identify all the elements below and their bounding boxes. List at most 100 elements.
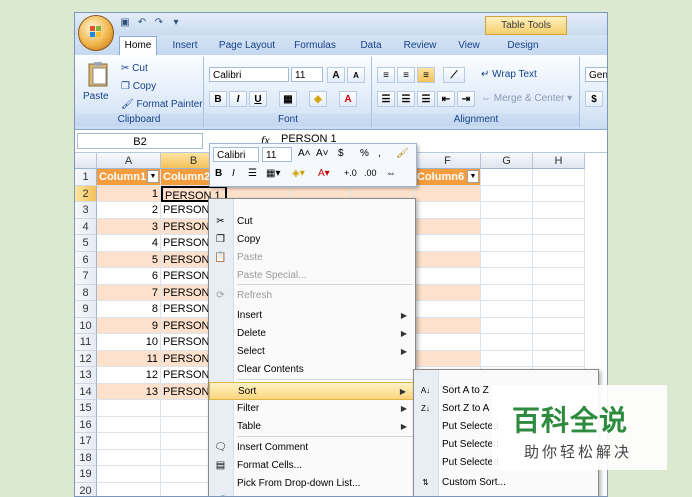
row-header[interactable]: 18 bbox=[75, 450, 97, 467]
name-box[interactable]: B2 bbox=[77, 133, 203, 149]
font-name-box[interactable]: Calibri bbox=[209, 67, 289, 82]
tab-view[interactable]: View bbox=[451, 37, 487, 55]
mini-decrease-decimal-icon[interactable]: .00 bbox=[364, 168, 377, 178]
menu-item-delete[interactable]: Delete▶ bbox=[209, 325, 415, 343]
qat-dropdown-icon[interactable]: ▾ bbox=[170, 17, 182, 29]
menu-item-sort[interactable]: Sort▶ bbox=[209, 382, 415, 400]
align-center-button[interactable]: ☰ bbox=[397, 91, 415, 107]
cell[interactable] bbox=[97, 466, 161, 483]
cell[interactable] bbox=[97, 417, 161, 434]
cell[interactable]: 3 bbox=[97, 219, 161, 236]
bold-button[interactable]: B bbox=[209, 91, 227, 107]
orientation-button[interactable]: ⟋ bbox=[443, 67, 465, 83]
mini-bold-icon[interactable]: B bbox=[215, 168, 222, 179]
cell[interactable] bbox=[481, 169, 533, 186]
wrap-text-button[interactable]: ↵ Wrap Text bbox=[481, 69, 537, 80]
mini-fill-color-icon[interactable]: ◈▾ bbox=[292, 168, 305, 179]
menu-item-cut[interactable]: ✂Cut bbox=[209, 213, 415, 231]
row-header[interactable]: 5 bbox=[75, 235, 97, 252]
cell[interactable] bbox=[533, 334, 585, 351]
row-header[interactable]: 16 bbox=[75, 417, 97, 434]
row-header[interactable]: 12 bbox=[75, 351, 97, 368]
cell[interactable]: 8 bbox=[97, 301, 161, 318]
align-left-button[interactable]: ☰ bbox=[377, 91, 395, 107]
select-all-corner[interactable] bbox=[75, 153, 97, 169]
row-header[interactable]: 11 bbox=[75, 334, 97, 351]
mini-font-color-icon[interactable]: A▾ bbox=[318, 168, 330, 179]
menu-item-format-cells[interactable]: ▤Format Cells... bbox=[209, 457, 415, 475]
cell[interactable] bbox=[97, 433, 161, 450]
font-color-button[interactable]: A bbox=[339, 91, 357, 107]
mini-font-box[interactable]: Calibri bbox=[213, 147, 259, 162]
cell[interactable] bbox=[533, 318, 585, 335]
cell[interactable] bbox=[533, 268, 585, 285]
align-top-button[interactable]: ≡ bbox=[377, 67, 395, 83]
row-header[interactable]: 7 bbox=[75, 268, 97, 285]
cell[interactable]: 10 bbox=[97, 334, 161, 351]
cell[interactable] bbox=[533, 285, 585, 302]
cell[interactable]: 11 bbox=[97, 351, 161, 368]
format-painter-button[interactable]: 🖌 Format Painter bbox=[121, 99, 203, 110]
row-header[interactable]: 1 bbox=[75, 169, 97, 186]
copy-button[interactable]: ❐ Copy bbox=[121, 81, 156, 92]
save-icon[interactable]: ▣ bbox=[119, 17, 131, 29]
cell[interactable] bbox=[533, 301, 585, 318]
cell[interactable] bbox=[415, 252, 481, 269]
filter-dropdown-icon[interactable]: ▼ bbox=[467, 170, 479, 183]
undo-icon[interactable]: ↶ bbox=[136, 17, 148, 29]
merge-center-button[interactable]: ⇔ Merge & Center ▾ bbox=[481, 93, 572, 104]
cell[interactable] bbox=[533, 219, 585, 236]
tab-review[interactable]: Review bbox=[397, 37, 443, 55]
cell[interactable] bbox=[481, 334, 533, 351]
align-middle-button[interactable]: ≡ bbox=[397, 67, 415, 83]
row-header[interactable]: 6 bbox=[75, 252, 97, 269]
underline-button[interactable]: U bbox=[249, 91, 267, 107]
mini-format-painter-icon[interactable]: 🖌 bbox=[396, 148, 409, 159]
cell[interactable] bbox=[481, 318, 533, 335]
cell[interactable] bbox=[481, 186, 533, 203]
cell[interactable] bbox=[415, 268, 481, 285]
cell[interactable]: 4 bbox=[97, 235, 161, 252]
cell[interactable] bbox=[97, 450, 161, 467]
mini-increase-decimal-icon[interactable]: +.0 bbox=[344, 168, 357, 178]
cell[interactable]: 1 bbox=[97, 186, 161, 203]
mini-currency-icon[interactable]: $ bbox=[338, 148, 344, 159]
row-header[interactable]: 4 bbox=[75, 219, 97, 236]
menu-item-clear-contents[interactable]: Clear Contents bbox=[209, 361, 415, 379]
cell[interactable] bbox=[415, 318, 481, 335]
cell[interactable] bbox=[533, 351, 585, 368]
menu-item-insert-comment[interactable]: 🗨Insert Comment bbox=[209, 439, 415, 457]
currency-button[interactable]: $ bbox=[585, 91, 603, 107]
tab-page-layout[interactable]: Page Layout bbox=[215, 37, 279, 55]
cell[interactable] bbox=[415, 186, 481, 203]
align-right-button[interactable]: ☰ bbox=[417, 91, 435, 107]
redo-icon[interactable]: ↷ bbox=[153, 17, 165, 29]
tab-data[interactable]: Data bbox=[351, 37, 391, 55]
cell[interactable]: 2 bbox=[97, 202, 161, 219]
row-header[interactable]: 2 bbox=[75, 186, 97, 203]
table-header-cell[interactable]: Column1▼ bbox=[97, 169, 161, 186]
cell[interactable]: 12 bbox=[97, 367, 161, 384]
cell[interactable] bbox=[415, 351, 481, 368]
cell[interactable]: 7 bbox=[97, 285, 161, 302]
cell[interactable] bbox=[481, 268, 533, 285]
cell[interactable] bbox=[415, 202, 481, 219]
column-header-h[interactable]: H bbox=[533, 153, 585, 169]
menu-item-insert[interactable]: Insert▶ bbox=[209, 307, 415, 325]
tab-home[interactable]: Home bbox=[119, 36, 157, 55]
mini-center-icon[interactable]: ☰ bbox=[248, 168, 257, 179]
row-header[interactable]: 10 bbox=[75, 318, 97, 335]
row-header[interactable]: 14 bbox=[75, 384, 97, 401]
cell[interactable] bbox=[415, 219, 481, 236]
menu-item-select[interactable]: Select▶ bbox=[209, 343, 415, 361]
cell[interactable] bbox=[481, 252, 533, 269]
align-bottom-button[interactable]: ≡ bbox=[417, 67, 435, 83]
menu-item-filter[interactable]: Filter▶ bbox=[209, 400, 415, 418]
menu-item-table[interactable]: Table▶ bbox=[209, 418, 415, 436]
cell[interactable] bbox=[481, 235, 533, 252]
sort-submenu-item[interactable]: ⇅Custom Sort... bbox=[414, 474, 598, 492]
paste-button[interactable]: Paste bbox=[79, 59, 117, 109]
cell[interactable]: 9 bbox=[97, 318, 161, 335]
column-header-g[interactable]: G bbox=[481, 153, 533, 169]
row-header[interactable]: 13 bbox=[75, 367, 97, 384]
